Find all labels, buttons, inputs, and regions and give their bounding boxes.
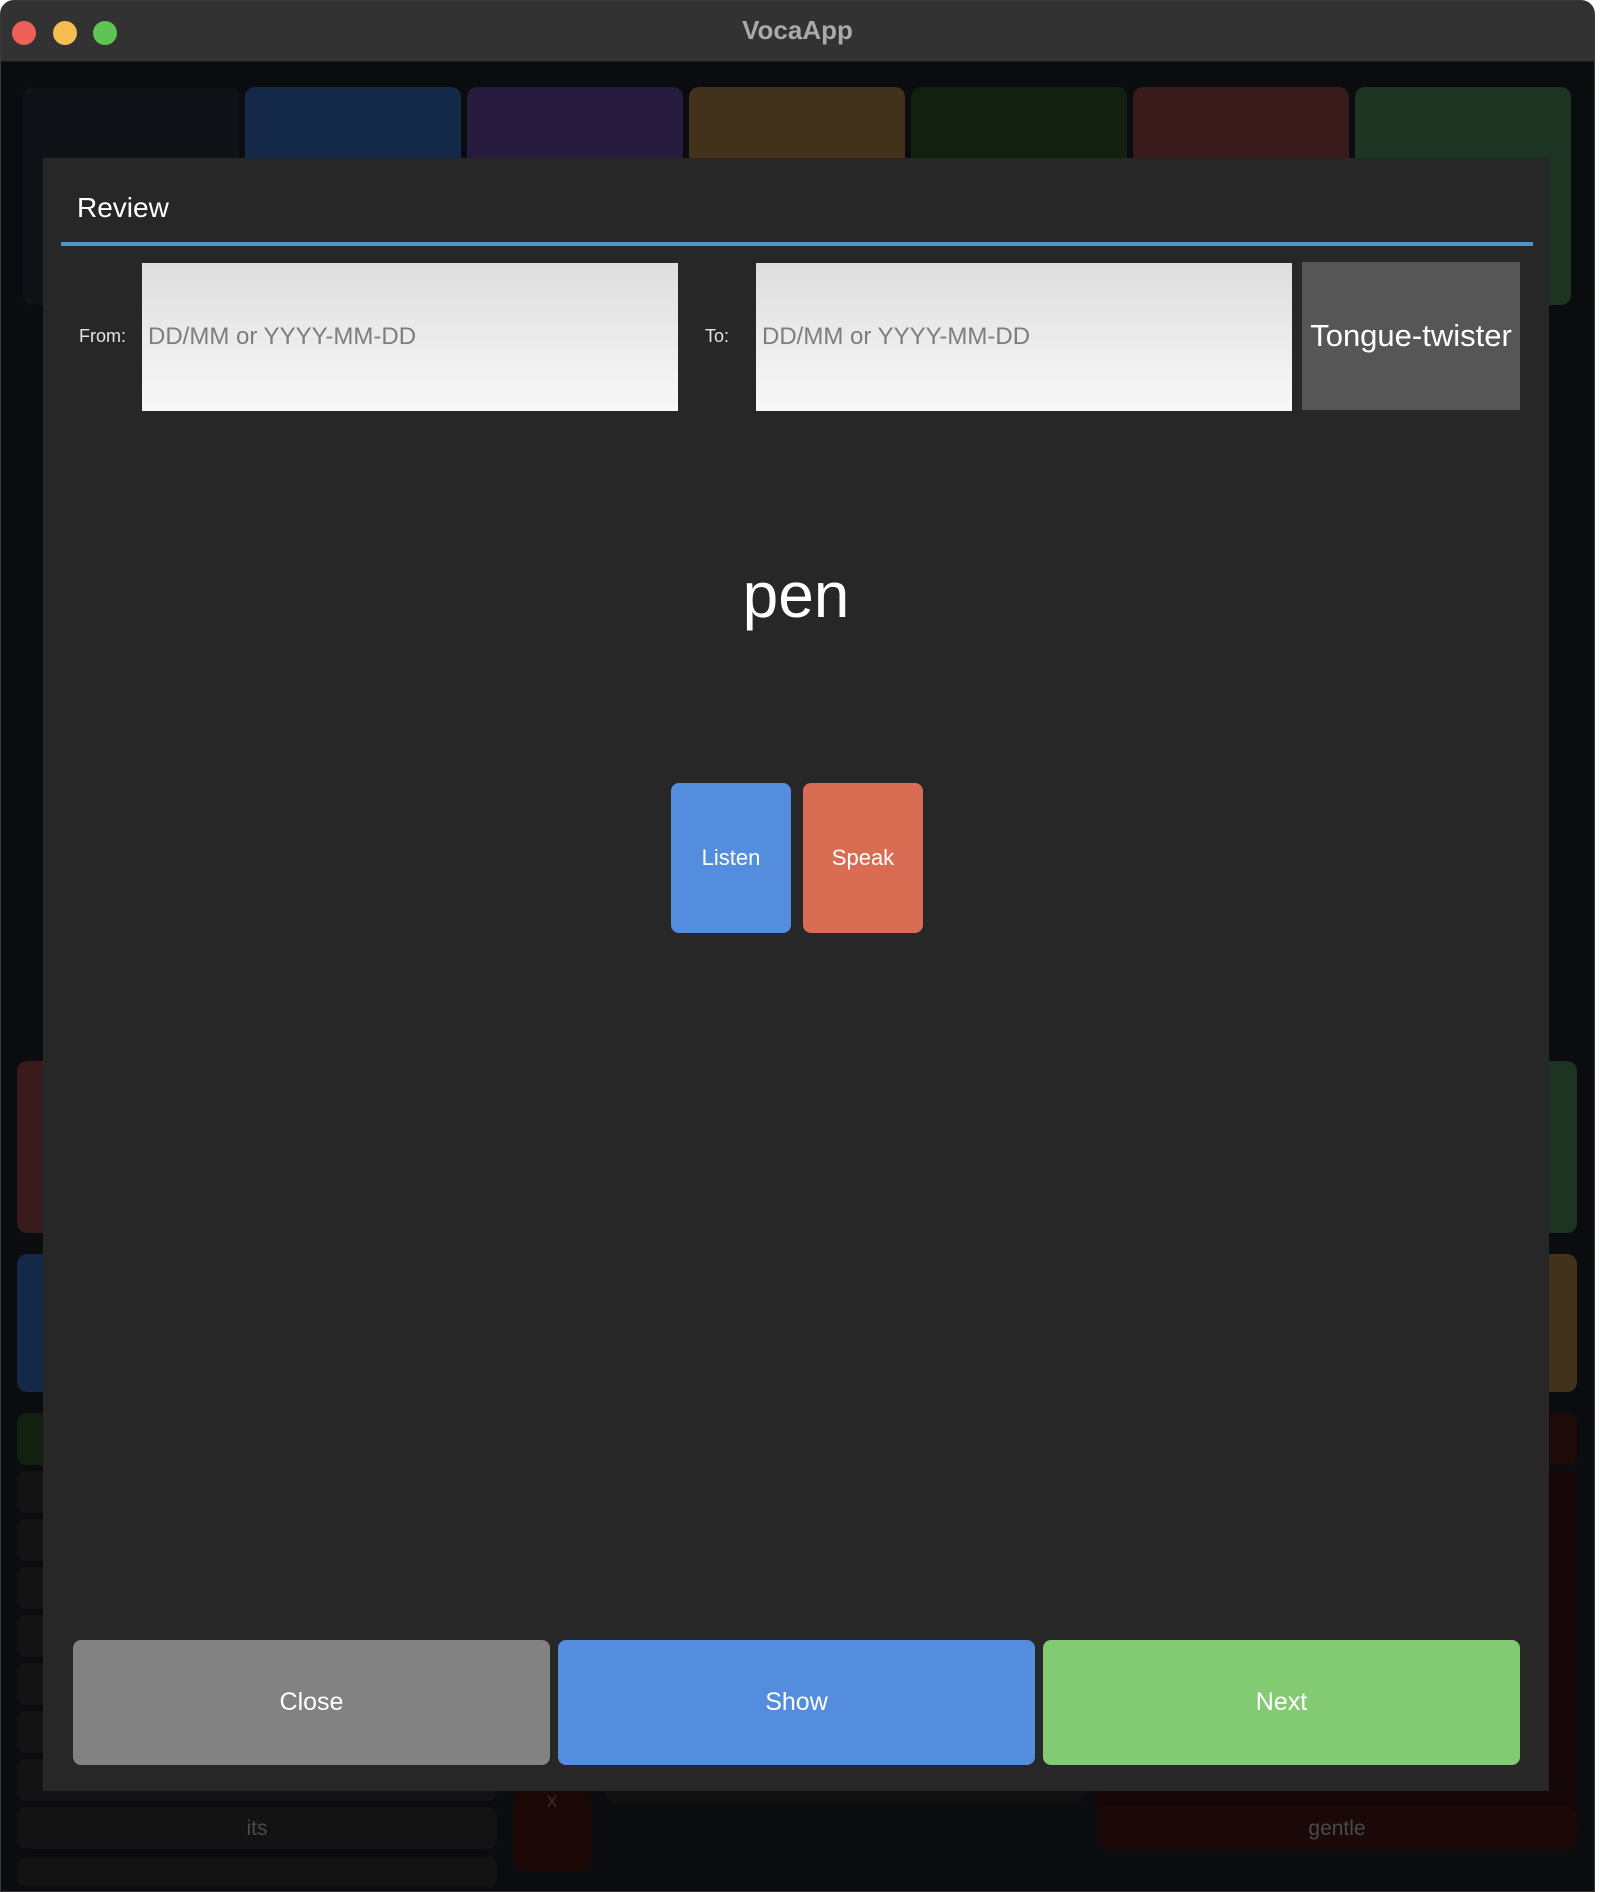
app-window: VocaApp its x gentle Review From: To: To… [0,0,1595,1892]
title-bar: VocaApp [1,1,1594,62]
background-word-its: its [246,1817,268,1840]
delete-icon-label: x [546,1789,558,1812]
show-button[interactable]: Show [558,1640,1035,1765]
from-label: From: [79,326,126,346]
speak-button[interactable]: Speak [803,783,923,933]
review-word: pen [742,559,850,631]
review-dialog: Review From: To: Tongue-twister pen List… [43,158,1549,1791]
next-button[interactable]: Next [1043,1640,1520,1765]
word-row [17,1857,497,1887]
tongue-twister-button[interactable]: Tongue-twister [1302,262,1520,410]
to-date-input[interactable] [756,263,1292,411]
background-word-gentle: gentle [1308,1817,1366,1840]
dialog-title: Review [77,192,169,223]
window-title: VocaApp [742,15,853,45]
to-label: To: [705,326,730,346]
from-date-input[interactable] [142,263,678,411]
listen-button[interactable]: Listen [671,783,791,933]
title-divider [61,242,1533,246]
close-button[interactable]: Close [73,1640,550,1765]
